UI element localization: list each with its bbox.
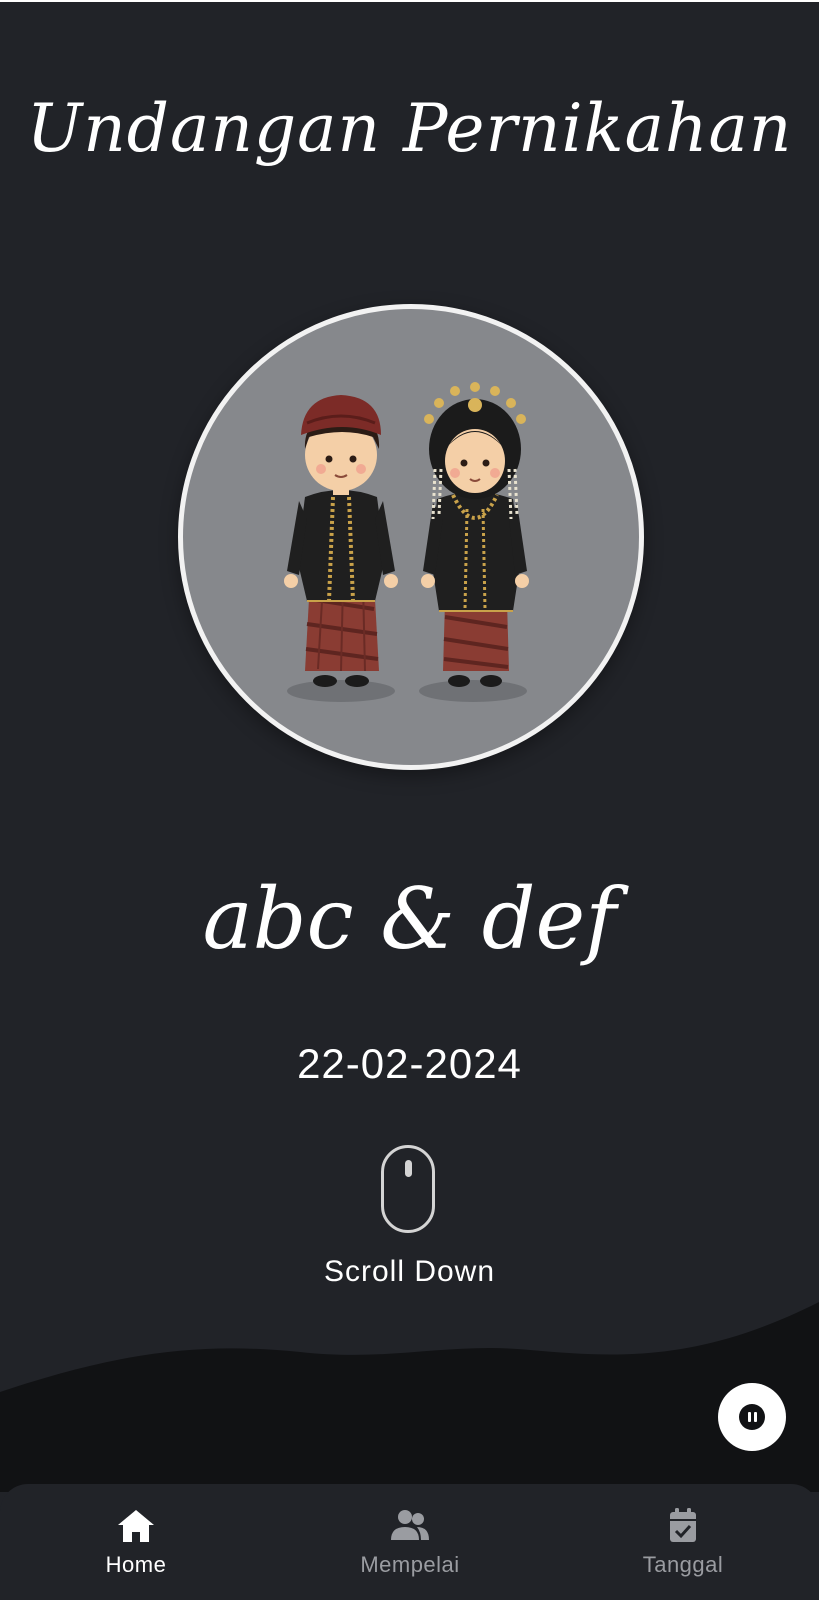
calendar-check-icon xyxy=(670,1508,696,1542)
users-icon xyxy=(391,1510,429,1540)
bottom-navigation: Home Mempelai Tanggal xyxy=(0,1484,819,1600)
nav-home[interactable]: Home xyxy=(46,1484,226,1600)
bride-figure xyxy=(421,382,529,687)
scroll-down-label: Scroll Down xyxy=(323,1255,496,1288)
invitation-screen: Undangan Pernikahan abc & def 22-02-2024… xyxy=(0,2,819,1600)
wedding-date: 22-02-2024 xyxy=(297,1040,522,1087)
mouse-wheel xyxy=(404,1160,412,1177)
groom-figure xyxy=(284,395,398,687)
nav-home-label: Home xyxy=(105,1552,167,1577)
wave-decoration xyxy=(0,1302,819,1492)
couple-illustration xyxy=(284,382,529,702)
nav-tanggal-label: Tanggal xyxy=(642,1552,724,1577)
couple-portrait xyxy=(178,304,644,770)
couple-names: abc & def xyxy=(202,870,617,968)
home-icon xyxy=(118,1510,154,1542)
mouse-icon xyxy=(381,1145,435,1233)
pause-icon xyxy=(739,1404,765,1430)
page-title: Undangan Pernikahan xyxy=(26,90,793,167)
music-pause-button[interactable] xyxy=(718,1383,786,1451)
nav-tanggal[interactable]: Tanggal xyxy=(593,1484,773,1600)
nav-mempelai-label: Mempelai xyxy=(360,1552,460,1577)
nav-mempelai[interactable]: Mempelai xyxy=(320,1484,500,1600)
